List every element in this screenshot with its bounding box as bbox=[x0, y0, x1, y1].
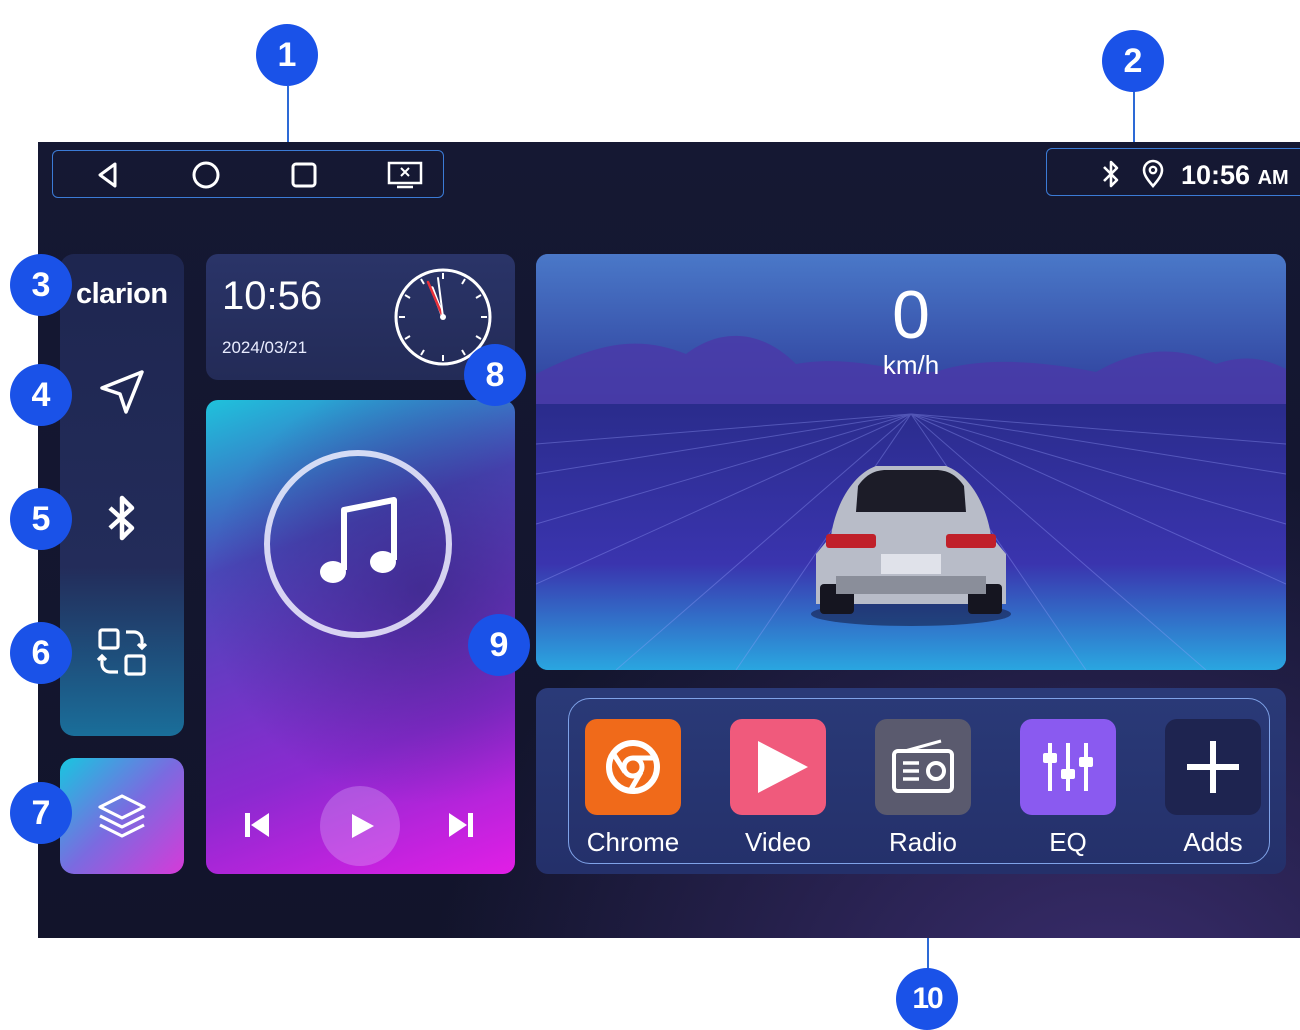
system-nav-bar bbox=[52, 150, 444, 198]
clock-time: 10:56 bbox=[222, 274, 323, 318]
app-dock-frame: Chrome Video Radio EQ Adds bbox=[568, 698, 1270, 864]
app-label-video: Video bbox=[744, 827, 812, 857]
callout-badge-2: 2 bbox=[1102, 30, 1164, 92]
layers-button[interactable] bbox=[60, 758, 184, 874]
status-time-suffix: AM bbox=[1257, 167, 1289, 189]
app-radio[interactable]: Radio bbox=[875, 719, 971, 858]
status-time: 10:56 bbox=[1181, 160, 1251, 190]
bluetooth-icon bbox=[1103, 160, 1119, 188]
callout-badge-7: 7 bbox=[10, 782, 72, 844]
music-disc bbox=[264, 450, 452, 638]
app-chrome[interactable]: Chrome bbox=[585, 719, 681, 858]
brand-logo: clarion bbox=[76, 278, 168, 310]
back-icon[interactable] bbox=[93, 160, 123, 190]
callout-badge-3: 3 bbox=[10, 254, 72, 316]
app-label-adds: Adds bbox=[1183, 827, 1243, 857]
screen-off-icon[interactable] bbox=[387, 160, 423, 190]
speed-value: 0 bbox=[892, 277, 930, 353]
recents-icon[interactable] bbox=[289, 160, 319, 190]
play-icon bbox=[352, 814, 374, 838]
app-label-chrome: Chrome bbox=[586, 827, 680, 857]
callout-badge-1: 1 bbox=[256, 24, 318, 86]
previous-icon[interactable] bbox=[242, 810, 272, 840]
location-icon bbox=[1142, 159, 1164, 188]
speedometer-widget[interactable]: 0 km/h bbox=[536, 254, 1286, 670]
eq-icon bbox=[1020, 719, 1116, 815]
sidebar: clarion bbox=[60, 254, 184, 736]
app-label-radio: Radio bbox=[889, 827, 957, 857]
status-clock: 10:56 AM bbox=[1181, 160, 1289, 191]
bluetooth-icon[interactable] bbox=[94, 490, 150, 546]
music-note-icon bbox=[320, 497, 397, 583]
chrome-icon bbox=[585, 719, 681, 815]
callout-badge-9: 9 bbox=[468, 614, 530, 676]
layers-icon bbox=[98, 794, 146, 838]
app-label-eq: EQ bbox=[1049, 827, 1087, 857]
next-icon[interactable] bbox=[446, 810, 476, 840]
app-eq[interactable]: EQ bbox=[1020, 719, 1116, 858]
status-area: 10:56 AM bbox=[1046, 148, 1300, 196]
callout-badge-8: 8 bbox=[464, 344, 526, 406]
play-button[interactable] bbox=[320, 786, 400, 866]
navigation-icon[interactable] bbox=[94, 364, 150, 420]
app-adds[interactable]: Adds bbox=[1165, 719, 1261, 858]
add-icon bbox=[1165, 719, 1261, 815]
app-switch-icon[interactable] bbox=[94, 624, 150, 680]
clock-date: 2024/03/21 bbox=[222, 338, 308, 357]
app-video[interactable]: Video bbox=[730, 719, 826, 858]
speed-unit: km/h bbox=[882, 350, 940, 380]
callout-badge-4: 4 bbox=[10, 364, 72, 426]
head-unit-screen: 10:56 AM clarion 10:56 2024/03/21 0 km/h… bbox=[38, 142, 1300, 938]
app-dock: Chrome Video Radio EQ Adds bbox=[536, 688, 1286, 874]
radio-icon bbox=[875, 719, 971, 815]
callout-badge-6: 6 bbox=[10, 622, 72, 684]
callout-badge-10: 10 bbox=[896, 968, 958, 1030]
video-icon bbox=[730, 719, 826, 815]
callout-badge-5: 5 bbox=[10, 488, 72, 550]
home-icon[interactable] bbox=[191, 160, 221, 190]
